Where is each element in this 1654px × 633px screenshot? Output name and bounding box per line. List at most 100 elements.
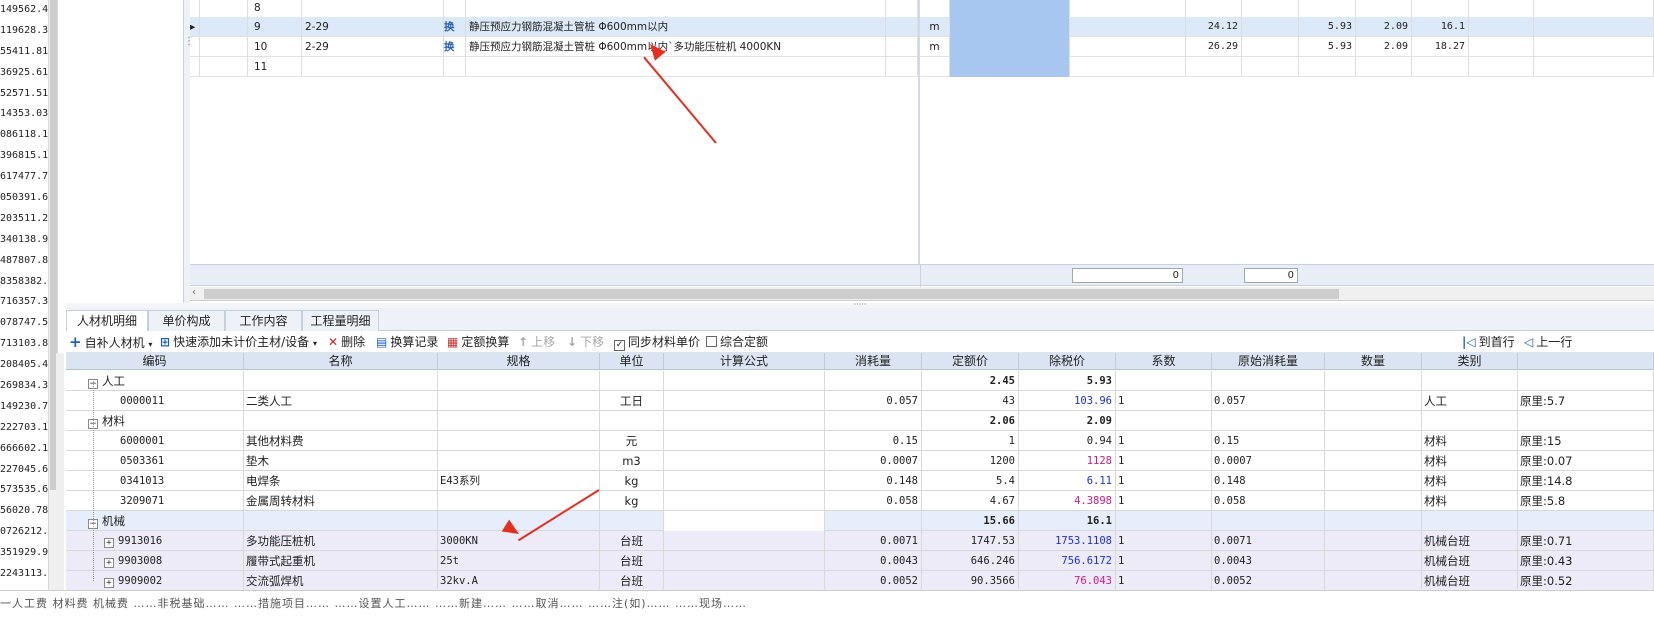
group-row[interactable]: − 材料 2.06 2.09	[66, 411, 1654, 431]
dropdown-arrow-icon[interactable]: ▾	[313, 339, 317, 348]
coefficient[interactable]: 1	[1116, 571, 1212, 590]
coefficient[interactable]: 1	[1116, 431, 1212, 451]
material-spec[interactable]	[438, 431, 600, 451]
original-note[interactable]: 原里:0.07	[1518, 451, 1654, 471]
column-header[interactable]: 计算公式	[664, 353, 825, 370]
quota-price[interactable]: 1200	[922, 451, 1019, 471]
checked-box-icon[interactable]: ✓	[614, 340, 625, 351]
category[interactable]: 材料	[1422, 451, 1518, 471]
category[interactable]: 机械台班	[1422, 551, 1518, 571]
material-name[interactable]: 交流弧焊机	[244, 571, 438, 590]
unchecked-box-icon[interactable]	[706, 336, 717, 347]
scroll-left-icon[interactable]: ‹	[192, 287, 196, 298]
material-row[interactable]: +9909002 交流弧焊机 32kv.A 台班 0.0052 90.3566 76.043…	[66, 571, 1654, 590]
net-price[interactable]: 1753.1108	[1019, 531, 1116, 551]
swap-marker[interactable]	[444, 0, 466, 18]
column-header[interactable]: 编码	[66, 353, 244, 370]
material-row[interactable]: +9913016 多功能压桩机 3000KN 台班 0.0071 1747.53 1753.…	[66, 531, 1654, 551]
category[interactable]: 材料	[1422, 471, 1518, 491]
original-consumption[interactable]: 0.0071	[1212, 531, 1325, 551]
material-unit[interactable]: kg	[600, 491, 664, 511]
formula-cell[interactable]	[664, 571, 825, 590]
net-price[interactable]: 6.11	[1019, 471, 1116, 491]
column-header[interactable]: 单位	[600, 353, 664, 370]
original-note[interactable]: 原里:5.7	[1518, 391, 1654, 411]
group-quota-price[interactable]: 15.66	[922, 511, 1019, 531]
delete-button[interactable]: ✕ 删除	[328, 331, 365, 353]
original-note[interactable]: 原里:0.52	[1518, 571, 1654, 590]
material-row[interactable]: +9903008 履带式起重机 25t 台班 0.0043 646.246 756.6172…	[66, 551, 1654, 571]
category[interactable]: 材料	[1422, 491, 1518, 511]
consumption[interactable]: 0.057	[825, 391, 922, 411]
category[interactable]: 人工	[1422, 391, 1518, 411]
group-row[interactable]: − 人工 2.45 5.93	[66, 371, 1654, 391]
material-unit[interactable]: 台班	[600, 551, 664, 571]
material-name[interactable]: 其他材料费	[244, 431, 438, 451]
expand-icon[interactable]: +	[104, 538, 114, 548]
quota-price[interactable]: 646.246	[922, 551, 1019, 571]
quantity[interactable]	[1325, 551, 1422, 571]
swap-marker[interactable]	[444, 57, 466, 77]
tab-work-content[interactable]: 工作内容	[225, 310, 302, 331]
original-consumption[interactable]: 0.058	[1212, 491, 1325, 511]
original-note[interactable]: 原里:14.8	[1518, 471, 1654, 491]
category[interactable]: 材料	[1422, 431, 1518, 451]
quantity[interactable]	[1325, 471, 1422, 491]
swap-marker[interactable]: 换	[444, 17, 466, 37]
formula-cell[interactable]	[664, 491, 825, 511]
blank-cell[interactable]	[1518, 371, 1654, 391]
blank-cell[interactable]	[1116, 411, 1212, 431]
original-consumption[interactable]: 0.0052	[1212, 571, 1325, 590]
blank-cell[interactable]	[244, 511, 438, 531]
net-price[interactable]: 4.3898	[1019, 491, 1116, 511]
blank-cell[interactable]	[1518, 511, 1654, 531]
quota-price[interactable]: 1	[922, 431, 1019, 451]
blank-cell[interactable]	[1325, 371, 1422, 391]
blank-cell[interactable]	[1422, 371, 1518, 391]
blank-cell[interactable]	[664, 511, 825, 531]
scrollbar-thumb[interactable]	[204, 289, 1339, 299]
coefficient[interactable]: 1	[1116, 491, 1212, 511]
original-consumption[interactable]: 0.148	[1212, 471, 1325, 491]
quota-price[interactable]: 43	[922, 391, 1019, 411]
group-quota-price[interactable]: 2.45	[922, 371, 1019, 391]
quota-swap-button[interactable]: ▦ 定额换算	[447, 331, 509, 353]
blank-cell[interactable]	[1212, 371, 1325, 391]
material-name[interactable]: 金属周转材料	[244, 491, 438, 511]
formula-cell[interactable]	[664, 391, 825, 411]
consumption[interactable]: 0.0071	[825, 531, 922, 551]
combined-quota-checkbox[interactable]: 综合定额	[706, 331, 768, 353]
blank-cell[interactable]	[600, 511, 664, 531]
original-consumption[interactable]: 0.0007	[1212, 451, 1325, 471]
quantity[interactable]	[1325, 431, 1422, 451]
consumption[interactable]: 0.0043	[825, 551, 922, 571]
material-unit[interactable]: 台班	[600, 531, 664, 551]
quota-row[interactable]: 11	[190, 57, 1654, 77]
blank-cell[interactable]	[1212, 411, 1325, 431]
material-name[interactable]: 多功能压桩机	[244, 531, 438, 551]
consumption[interactable]: 0.15	[825, 431, 922, 451]
blank-cell[interactable]	[1212, 511, 1325, 531]
net-price[interactable]: 103.96	[1019, 391, 1116, 411]
blank-cell[interactable]	[1116, 511, 1212, 531]
original-consumption[interactable]: 0.15	[1212, 431, 1325, 451]
column-header[interactable]	[1518, 353, 1654, 370]
quota-row[interactable]: 10 2-29 换静压预应力钢筋混凝土管桩 Φ600mm以内`多功能压桩机 4000…	[190, 37, 1654, 57]
consumption[interactable]: 0.0007	[825, 451, 922, 471]
category[interactable]: 机械台班	[1422, 531, 1518, 551]
net-price[interactable]: 76.043	[1019, 571, 1116, 590]
consumption[interactable]: 0.0052	[825, 571, 922, 590]
material-name[interactable]: 履带式起重机	[244, 551, 438, 571]
previous-row-button[interactable]: ◁ 上一行	[1524, 331, 1572, 353]
material-unit[interactable]: 元	[600, 431, 664, 451]
material-spec[interactable]: E43系列	[438, 471, 600, 491]
blank-cell[interactable]	[664, 371, 825, 391]
expand-icon[interactable]: +	[104, 558, 114, 568]
material-spec[interactable]	[438, 491, 600, 511]
quick-add-main-material-button[interactable]: ⊞ 快速添加未计价主材/设备 ▾	[160, 331, 317, 353]
quantity[interactable]	[1325, 571, 1422, 590]
material-name[interactable]: 垫木	[244, 451, 438, 471]
blank-cell[interactable]	[825, 411, 922, 431]
formula-cell[interactable]	[664, 451, 825, 471]
formula-cell[interactable]	[664, 551, 825, 571]
